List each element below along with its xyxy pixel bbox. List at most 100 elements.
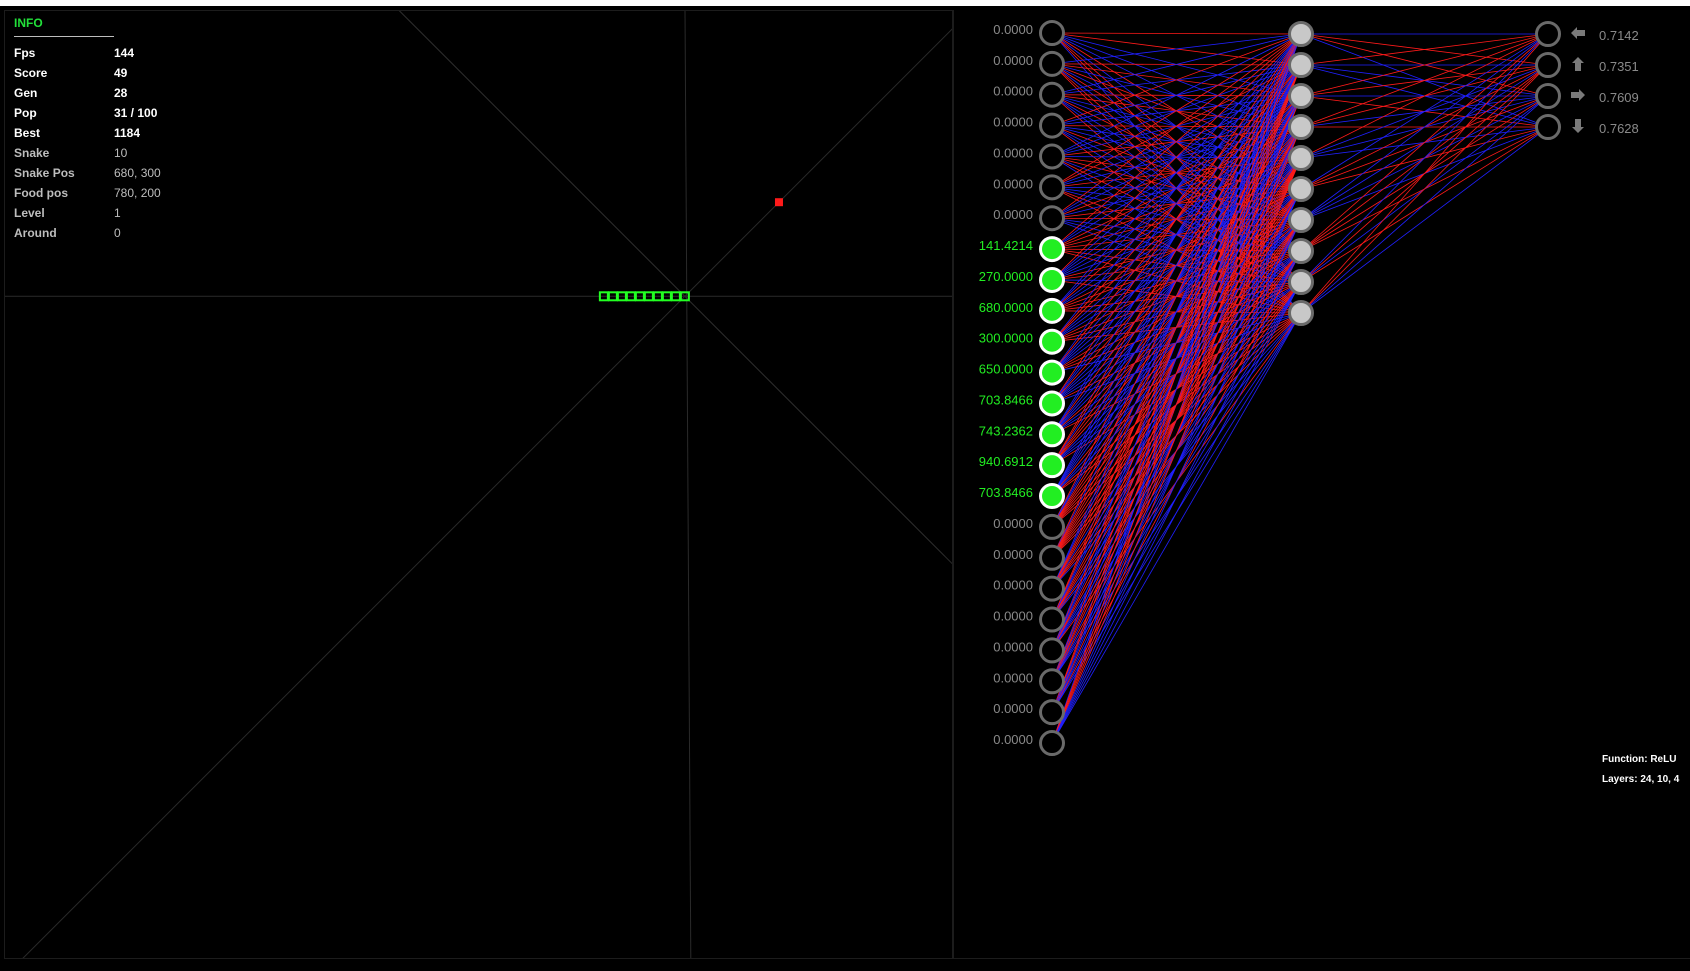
info-row-level: Level 1 [14,203,161,223]
weight-line [1300,33,1549,190]
input-neuron [1039,205,1065,232]
info-row-best: Best 1184 [14,123,161,143]
input-value: 0.0000 [993,84,1033,99]
vision-ray [398,11,952,565]
info-row-gen: Gen 28 [14,83,161,103]
info-panel: INFO Fps 144 Score 49 Gen 28 Pop 31 / 100 Best 11… [14,16,161,243]
hidden-neuron [1288,207,1314,233]
input-neuron [1039,421,1065,448]
input-neuron [1039,730,1065,757]
info-value: 1 [114,206,121,220]
hidden-neuron [1288,269,1314,295]
info-rows: Fps 144 Score 49 Gen 28 Pop 31 / 100 Best 1184 Sna… [14,43,161,243]
network-footer: Function: ReLU Layers: 24, 10, 4 [1602,750,1679,790]
output-value: 0.7609 [1599,90,1639,105]
input-value: 300.0000 [979,331,1033,346]
input-value: 0.0000 [993,701,1033,716]
input-neuron [1039,328,1065,355]
output-value: 0.7351 [1599,59,1639,74]
info-value: 780, 200 [114,186,161,200]
input-value: 680.0000 [979,300,1033,315]
input-neuron [1039,297,1065,324]
input-value: 0.0000 [993,609,1033,624]
arrow-up-icon [1572,57,1584,71]
info-label: Score [14,66,48,80]
weight-line [1300,126,1549,314]
weight-line [1300,64,1549,314]
input-value: 0.0000 [993,207,1033,222]
weight-line [1300,33,1549,283]
input-neuron [1039,236,1065,263]
input-neuron [1039,637,1065,664]
input-neuron [1039,143,1065,170]
info-label: Snake [14,146,50,160]
info-label: Best [14,126,41,140]
input-value: 0.0000 [993,547,1033,562]
info-row-food-pos: Food pos 780, 200 [14,183,161,203]
neural-network-graph: 0.0000 0.0000 0.0000 0.0000 0.0000 0.0000 0.00… [979,20,1639,757]
hidden-neuron [1288,145,1314,171]
output-neuron [1535,21,1561,47]
info-value: 49 [114,66,128,80]
output-neuron [1535,83,1561,109]
weight-line [1051,32,1302,35]
info-value: 1184 [114,126,141,140]
info-label: Gen [14,86,38,100]
output-neuron [1535,52,1561,78]
hidden-neuron [1288,83,1314,109]
input-value: 0.0000 [993,639,1033,654]
output-value: 0.7628 [1599,121,1639,136]
input-value: 703.8466 [979,485,1033,500]
input-value: 0.0000 [993,670,1033,685]
info-value: 31 / 100 [114,106,158,120]
input-value: 650.0000 [979,362,1033,377]
input-value: 0.0000 [993,578,1033,593]
input-value: 0.0000 [993,22,1033,37]
input-neuron [1039,606,1065,633]
hidden-neuron [1288,52,1314,78]
info-value: 0 [114,226,121,240]
input-neuron [1039,50,1065,77]
input-value: 141.4214 [979,238,1033,253]
top-bar [0,0,1690,6]
input-value: 0.0000 [993,53,1033,68]
info-row-score: Score 49 [14,63,161,83]
hidden-neuron [1288,114,1314,140]
activation-function-label: Function: ReLU [1602,754,1677,765]
input-value: 0.0000 [993,516,1033,531]
food [774,198,783,207]
vision-ray [684,11,692,958]
hidden-neuron [1288,300,1314,326]
info-label: Around [14,226,57,240]
info-row-pop: Pop 31 / 100 [14,103,161,123]
input-neuron [1039,266,1065,293]
input-neuron [1039,513,1065,540]
info-label: Pop [14,106,37,120]
weight-line [1051,281,1302,744]
info-row-fps: Fps 144 [14,43,161,63]
hidden-neuron [1288,238,1314,264]
info-value: 10 [114,146,128,160]
arrow-right-icon [1571,89,1585,101]
input-neuron [1039,575,1065,602]
info-divider [14,36,114,37]
hidden-neuron [1288,21,1314,47]
weight-line [1051,250,1302,744]
input-neuron [1039,390,1065,417]
input-neuron [1039,112,1065,139]
input-value: 743.2362 [979,423,1033,438]
input-neuron [1039,483,1065,510]
info-label: Level [14,206,45,220]
input-neuron [1039,544,1065,571]
info-label: Food pos [14,186,68,200]
input-value: 0.0000 [993,732,1033,747]
info-label: Snake Pos [14,166,75,180]
input-neuron [1039,174,1065,201]
weight-line [1051,64,1302,744]
hidden-neuron [1288,176,1314,202]
input-value: 270.0000 [979,269,1033,284]
weight-line [1051,33,1302,65]
arrow-down-icon [1572,119,1584,133]
vision-ray [684,295,946,557]
weight-line [1051,188,1302,744]
